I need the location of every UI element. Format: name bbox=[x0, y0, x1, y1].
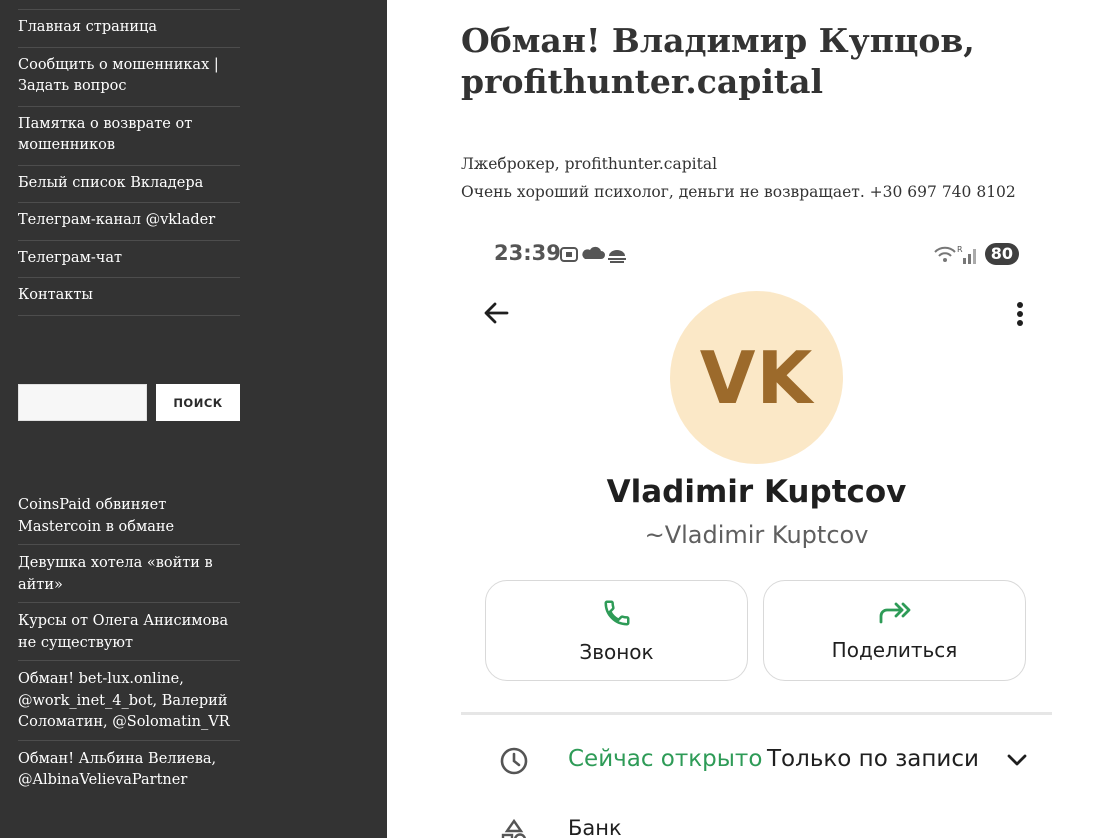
contact-avatar: VK bbox=[670, 291, 843, 464]
menu-item-report-scammers[interactable]: Сообщить о мошенниках | Задать вопрос bbox=[18, 48, 240, 107]
post-content: Обман! Владимир Купцов, profithunter.cap… bbox=[461, 0, 1061, 838]
contact-subtitle: ~Vladimir Kuptcov bbox=[644, 521, 869, 549]
post-body: Лжеброкер, profithunter.capital Очень хо… bbox=[461, 150, 1081, 206]
contact-name: Vladimir Kuptcov bbox=[606, 474, 907, 510]
post-paragraph: Лжеброкер, profithunter.capital bbox=[461, 155, 718, 173]
menu-item-telegram-channel[interactable]: Телеграм-канал @vklader bbox=[18, 203, 240, 241]
call-label: Звонок bbox=[579, 639, 654, 664]
battery-badge: 80 bbox=[984, 243, 1019, 265]
status-right: R 80 bbox=[933, 243, 1019, 265]
share-arrow-icon bbox=[879, 602, 910, 623]
business-hours-row[interactable]: Сейчас открыто Только по записи bbox=[461, 738, 1052, 784]
chevron-down-icon[interactable] bbox=[1006, 752, 1028, 771]
section-divider bbox=[461, 712, 1052, 715]
recent-post-link[interactable]: Обман! bet-lux.online, @work_inet_4_bot,… bbox=[18, 669, 240, 741]
category-row: Банк bbox=[461, 810, 1052, 838]
clock-icon bbox=[499, 746, 529, 780]
menu-item-whitelist[interactable]: Белый список Вкладера bbox=[18, 166, 240, 203]
category-shapes-icon bbox=[499, 818, 529, 838]
notification-icons bbox=[560, 246, 626, 263]
recent-post-link[interactable]: Девушка хотела «войти в айти» bbox=[18, 553, 240, 603]
search-button[interactable]: ПОИСК bbox=[156, 384, 240, 421]
share-button[interactable]: Поделиться bbox=[763, 580, 1026, 681]
recent-posts: CoinsPaid обвиняет Mastercoin в обмане Д… bbox=[18, 495, 240, 806]
sidebar: Главная страница Сообщить о мошенниках |… bbox=[0, 0, 387, 838]
phone-icon bbox=[603, 600, 629, 626]
status-icons bbox=[559, 244, 635, 268]
share-label: Поделиться bbox=[831, 637, 958, 662]
menu-item-telegram-chat[interactable]: Телеграм-чат bbox=[18, 241, 240, 278]
post-title: Обман! Владимир Купцов, profithunter.cap… bbox=[461, 21, 975, 101]
open-now-status: Сейчас открыто bbox=[568, 746, 763, 772]
svg-text:R: R bbox=[957, 245, 963, 254]
menu-item-refund-guide[interactable]: Памятка о возврате от мошенников bbox=[18, 107, 240, 166]
hours-text: Только по записи bbox=[767, 746, 979, 772]
contact-screenshot: 23:39 R 80 VK Vladimir Kuptcov ~Vladimir… bbox=[461, 232, 1052, 838]
call-button[interactable]: Звонок bbox=[485, 580, 748, 681]
signal-icon: R bbox=[934, 245, 976, 264]
recent-post-link[interactable]: CoinsPaid обвиняет Mastercoin в обмане bbox=[18, 495, 240, 545]
search-input[interactable] bbox=[18, 384, 147, 421]
menu-item-home[interactable]: Главная страница bbox=[18, 10, 240, 48]
category-label: Банк bbox=[568, 816, 622, 838]
main-menu: Главная страница Сообщить о мошенниках |… bbox=[18, 9, 240, 316]
recent-post-link[interactable]: Обман! Альбина Велиева, @AlbinaVelievaPa… bbox=[18, 749, 240, 798]
more-vertical-icon[interactable] bbox=[1015, 302, 1025, 332]
recent-post-link[interactable]: Курсы от Олега Анисимова не существуют bbox=[18, 611, 240, 661]
post-paragraph: Очень хороший психолог, деньги не возвра… bbox=[461, 183, 1016, 201]
search-form: ПОИСК bbox=[18, 384, 240, 421]
menu-item-contacts[interactable]: Контакты bbox=[18, 278, 240, 316]
status-time: 23:39 bbox=[494, 241, 561, 265]
back-arrow-icon[interactable] bbox=[481, 298, 511, 332]
